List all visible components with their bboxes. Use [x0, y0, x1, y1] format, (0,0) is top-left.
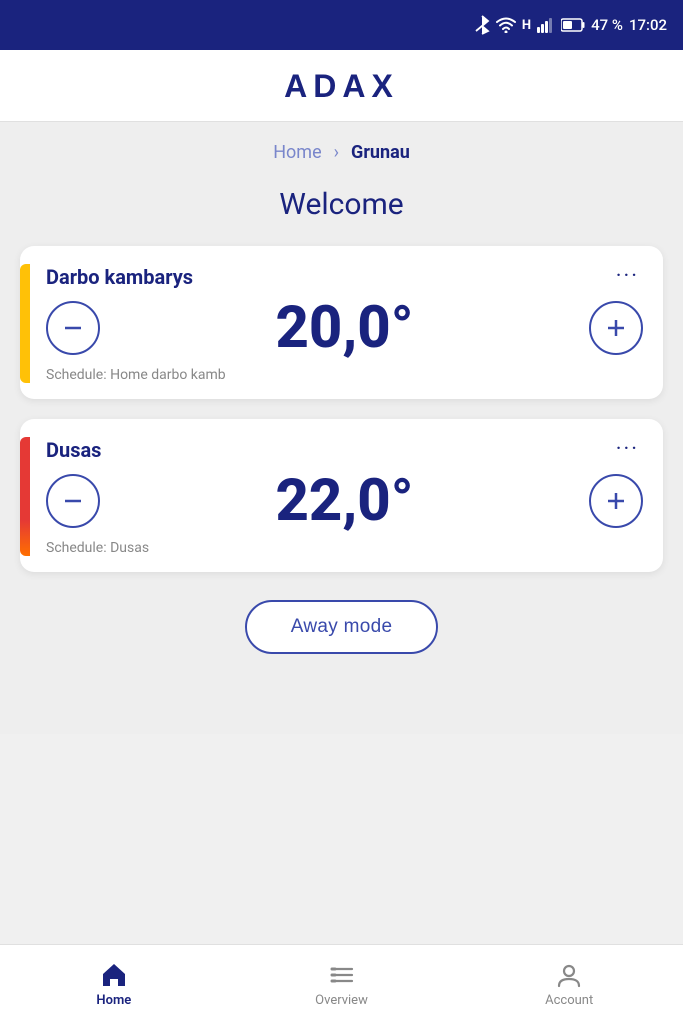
nav-item-home[interactable]: Home	[0, 961, 228, 1008]
card-controls-1: 20,0°	[46, 299, 643, 357]
device-name-2: Dusas	[46, 438, 101, 462]
card-body-2: Dusas ··· 22,0° Schedule: Dusas	[46, 437, 643, 556]
device-menu-2[interactable]: ···	[612, 437, 643, 462]
temperature-display-1: 20,0°	[100, 299, 589, 357]
nav-label-overview: Overview	[315, 993, 368, 1008]
device-card-1: Darbo kambarys ··· 20,0° Schedule: Home …	[20, 246, 663, 399]
clock: 17:02	[629, 16, 667, 34]
nav-item-account[interactable]: Account	[455, 961, 683, 1008]
device-schedule-1: Schedule: Home darbo kamb	[46, 367, 643, 383]
temp-increase-btn-2[interactable]	[589, 474, 643, 528]
temp-decrease-btn-2[interactable]	[46, 474, 100, 528]
signal-icon	[537, 17, 555, 33]
device-schedule-2: Schedule: Dusas	[46, 540, 643, 556]
battery-percentage: 47 %	[591, 16, 623, 34]
nav-label-account: Account	[545, 993, 593, 1008]
temp-decrease-btn-1[interactable]	[46, 301, 100, 355]
card-accent-2	[20, 437, 30, 556]
card-header-1: Darbo kambarys ···	[46, 264, 643, 289]
home-nav-icon	[100, 961, 128, 989]
account-nav-icon	[555, 961, 583, 989]
card-controls-2: 22,0°	[46, 472, 643, 530]
breadcrumb-current: Grunau	[351, 142, 410, 163]
app-header: ADAX	[0, 50, 683, 122]
main-content: Home › Grunau Welcome Darbo kambarys ···…	[0, 122, 683, 734]
device-cards-container: Darbo kambarys ··· 20,0° Schedule: Home …	[0, 246, 683, 572]
card-accent-1	[20, 264, 30, 383]
breadcrumb-separator: ›	[334, 142, 339, 163]
app-logo: ADAX	[284, 68, 399, 105]
temperature-display-2: 22,0°	[100, 472, 589, 530]
bluetooth-icon	[474, 15, 490, 35]
overview-nav-icon	[328, 961, 356, 989]
bottom-navigation: Home Overview Account	[0, 944, 683, 1024]
card-body-1: Darbo kambarys ··· 20,0° Schedule: Home …	[46, 264, 643, 383]
away-mode-container: Away mode	[0, 600, 683, 654]
status-icons: H 47 % 17:02	[474, 15, 667, 35]
h-signal-icon: H	[522, 18, 531, 33]
battery-icon	[561, 18, 585, 32]
device-card-2: Dusas ··· 22,0° Schedule: Dusas	[20, 419, 663, 572]
status-bar: H 47 % 17:02	[0, 0, 683, 50]
breadcrumb: Home › Grunau	[0, 122, 683, 171]
device-menu-1[interactable]: ···	[612, 264, 643, 289]
wifi-icon	[496, 17, 516, 33]
welcome-heading: Welcome	[0, 171, 683, 246]
card-header-2: Dusas ···	[46, 437, 643, 462]
away-mode-button[interactable]: Away mode	[245, 600, 439, 654]
device-name-1: Darbo kambarys	[46, 265, 193, 289]
breadcrumb-home[interactable]: Home	[273, 142, 321, 163]
temp-increase-btn-1[interactable]	[589, 301, 643, 355]
nav-item-overview[interactable]: Overview	[228, 961, 456, 1008]
nav-label-home: Home	[96, 993, 131, 1008]
